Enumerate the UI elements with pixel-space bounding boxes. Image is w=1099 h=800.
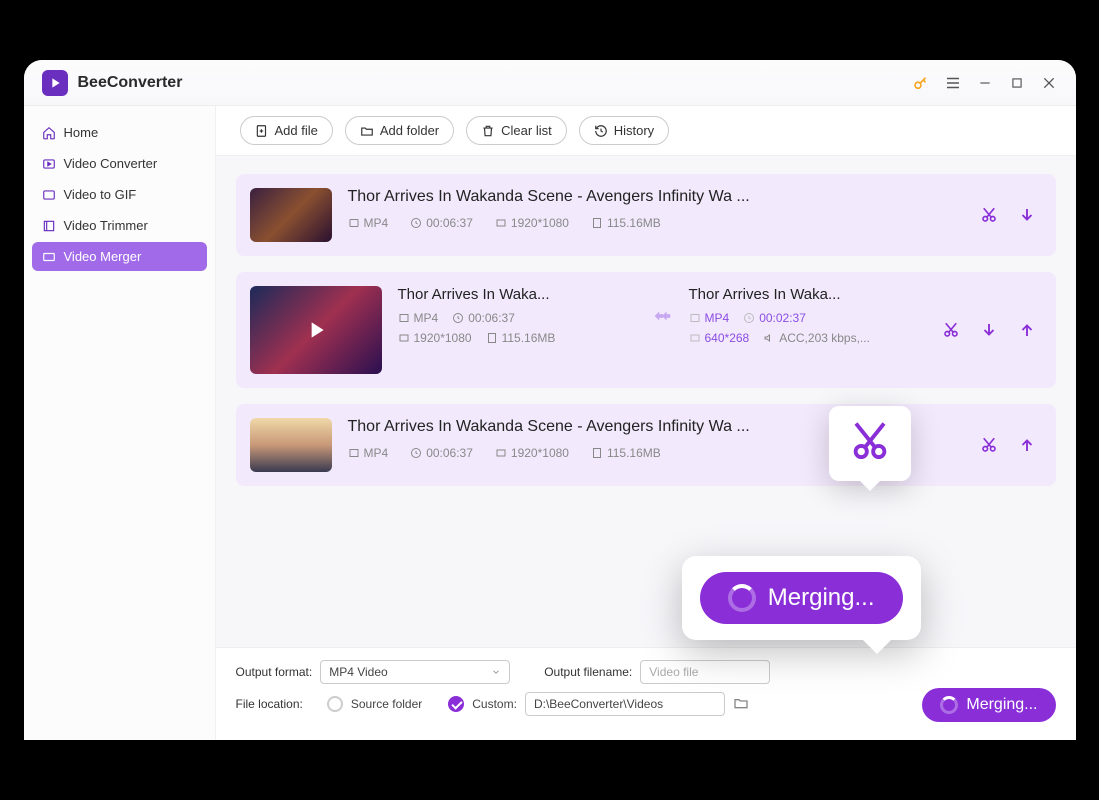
file-format: MP4 bbox=[348, 216, 389, 230]
file-title-source: Thor Arrives In Waka... bbox=[398, 286, 635, 303]
file-duration: 00:06:37 bbox=[410, 446, 473, 460]
browse-folder-icon[interactable] bbox=[733, 695, 749, 714]
move-up-icon[interactable] bbox=[1018, 436, 1036, 454]
file-title: Thor Arrives In Wakanda Scene - Avengers… bbox=[348, 188, 964, 206]
sidebar-item-label: Video Merger bbox=[64, 249, 142, 264]
window-controls bbox=[912, 73, 1058, 93]
app-window: BeeConverter Home bbox=[24, 60, 1076, 740]
file-row[interactable]: Thor Arrives In Wakanda Scene - Avengers… bbox=[236, 174, 1056, 256]
spinner-icon bbox=[728, 584, 756, 612]
custom-folder-radio[interactable] bbox=[448, 696, 464, 712]
file-row[interactable]: Thor Arrives In Wakanda Scene - Avengers… bbox=[236, 404, 1056, 486]
move-down-icon[interactable] bbox=[980, 321, 998, 339]
toolbar: Add file Add folder Clear list History bbox=[216, 106, 1076, 156]
add-file-button[interactable]: Add file bbox=[240, 116, 333, 145]
transform-arrow-icon bbox=[651, 305, 673, 332]
key-icon[interactable] bbox=[912, 73, 930, 93]
file-title-dest: Thor Arrives In Waka... bbox=[689, 286, 926, 303]
source-folder-radio[interactable] bbox=[327, 696, 343, 712]
file-format: MP4 bbox=[348, 446, 389, 460]
output-format-label: Output format: bbox=[236, 665, 313, 679]
dst-duration[interactable]: 00:02:37 bbox=[743, 311, 806, 325]
file-duration: 00:06:37 bbox=[410, 216, 473, 230]
merge-button[interactable]: Merging... bbox=[922, 688, 1055, 722]
src-resolution: 1920*1080 bbox=[398, 331, 472, 345]
sidebar-item-label: Home bbox=[64, 125, 99, 140]
titlebar: BeeConverter bbox=[24, 60, 1076, 106]
history-button[interactable]: History bbox=[579, 116, 669, 145]
app-logo-icon bbox=[42, 70, 68, 96]
dst-format[interactable]: MP4 bbox=[689, 311, 730, 325]
menu-icon[interactable] bbox=[944, 74, 962, 92]
close-button[interactable] bbox=[1040, 75, 1058, 91]
sidebar-item-label: Video to GIF bbox=[64, 187, 137, 202]
output-format-select[interactable]: MP4 Video bbox=[320, 660, 510, 684]
cut-icon[interactable] bbox=[980, 206, 998, 224]
video-thumbnail bbox=[250, 418, 332, 472]
dst-audio: ACC,203 kbps,... bbox=[763, 331, 870, 345]
sidebar: Home Video Converter Video to GIF Video … bbox=[24, 106, 216, 740]
file-location-label: File location: bbox=[236, 697, 303, 711]
sidebar-item-label: Video Trimmer bbox=[64, 218, 148, 233]
file-row-expanded[interactable]: Thor Arrives In Waka... MP4 00:06:37 192… bbox=[236, 272, 1056, 388]
file-size: 115.16MB bbox=[591, 216, 661, 230]
clear-list-button[interactable]: Clear list bbox=[466, 116, 567, 145]
src-format: MP4 bbox=[398, 311, 439, 325]
main-panel: Add file Add folder Clear list History bbox=[216, 106, 1076, 740]
dst-resolution[interactable]: 640*268 bbox=[689, 331, 750, 345]
custom-label: Custom: bbox=[472, 697, 517, 711]
merge-tooltip: Merging... bbox=[682, 556, 921, 640]
app-title: BeeConverter bbox=[78, 74, 183, 92]
cut-tooltip bbox=[829, 406, 911, 481]
move-down-icon[interactable] bbox=[1018, 206, 1036, 224]
output-footer: Output format: MP4 Video Output filename… bbox=[216, 647, 1076, 740]
src-size: 115.16MB bbox=[486, 331, 556, 345]
add-folder-button[interactable]: Add folder bbox=[345, 116, 454, 145]
source-folder-label: Source folder bbox=[351, 697, 422, 711]
video-thumbnail[interactable] bbox=[250, 286, 382, 374]
sidebar-item-video-merger[interactable]: Video Merger bbox=[32, 242, 207, 271]
file-resolution: 1920*1080 bbox=[495, 216, 569, 230]
sidebar-item-video-converter[interactable]: Video Converter bbox=[32, 149, 207, 178]
spinner-icon bbox=[940, 696, 958, 714]
custom-path-input[interactable]: D:\BeeConverter\Videos bbox=[525, 692, 725, 716]
file-size: 115.16MB bbox=[591, 446, 661, 460]
file-resolution: 1920*1080 bbox=[495, 446, 569, 460]
sidebar-item-home[interactable]: Home bbox=[32, 118, 207, 147]
cut-icon[interactable] bbox=[942, 321, 960, 339]
src-duration: 00:06:37 bbox=[452, 311, 515, 325]
move-up-icon[interactable] bbox=[1018, 321, 1036, 339]
maximize-button[interactable] bbox=[1008, 76, 1026, 90]
sidebar-item-video-trimmer[interactable]: Video Trimmer bbox=[32, 211, 207, 240]
minimize-button[interactable] bbox=[976, 76, 994, 90]
sidebar-item-video-to-gif[interactable]: Video to GIF bbox=[32, 180, 207, 209]
output-filename-label: Output filename: bbox=[544, 665, 632, 679]
file-list: Thor Arrives In Wakanda Scene - Avengers… bbox=[216, 156, 1076, 647]
video-thumbnail bbox=[250, 188, 332, 242]
cut-icon[interactable] bbox=[980, 436, 998, 454]
output-filename-input[interactable]: Video file bbox=[640, 660, 770, 684]
sidebar-item-label: Video Converter bbox=[64, 156, 158, 171]
